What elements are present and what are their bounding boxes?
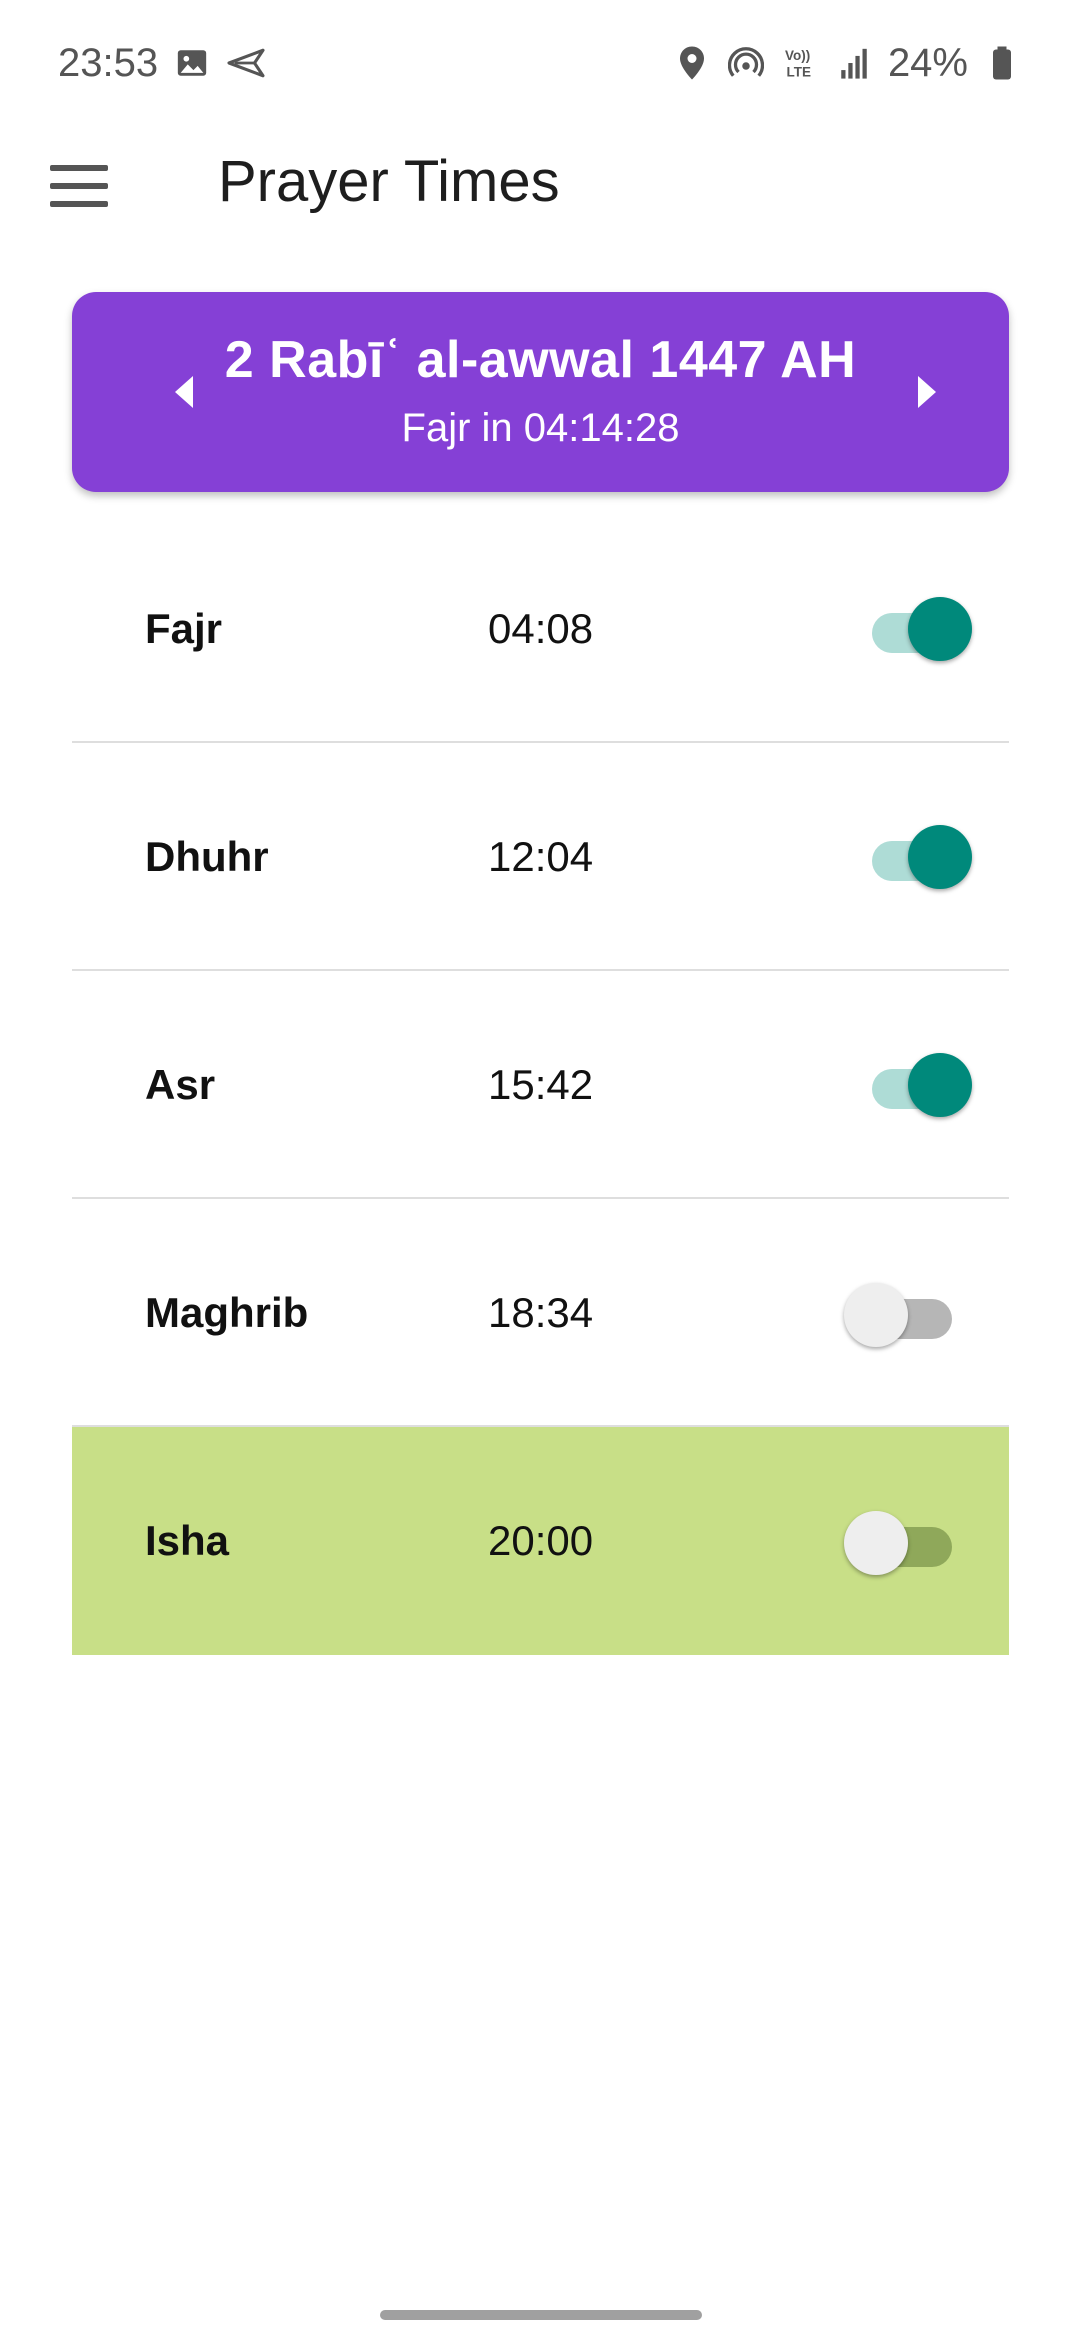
prayer-row-isha: Isha 20:00 [72,1427,1009,1655]
hamburger-menu-icon[interactable] [50,156,120,216]
gallery-icon [172,43,212,83]
prayer-name: Dhuhr [145,833,269,880]
next-day-button[interactable] [897,362,957,422]
page-title: Prayer Times [218,149,560,214]
prayer-time: 20:00 [488,1517,594,1564]
fajr-alarm-toggle[interactable] [868,597,972,661]
volte-icon: Vo)) LTE [780,43,820,83]
send-icon [226,43,266,83]
prayer-row-asr: Asr 15:42 [72,971,1009,1199]
prayer-time: 04:08 [488,605,594,652]
home-indicator[interactable] [380,2310,702,2320]
prayer-name: Maghrib [145,1289,309,1336]
hotspot-icon [726,43,766,83]
prayer-row-maghrib: Maghrib 18:34 [72,1199,1009,1427]
status-time: 23:53 [58,40,159,85]
app-bar: Prayer Times [0,126,1080,246]
battery-percentage: 24% [887,40,968,85]
next-prayer-countdown: Fajr in 04:14:28 [401,406,680,450]
status-right: Vo)) LTE 24% [672,41,1022,86]
prayer-name: Isha [145,1517,230,1564]
prayer-list: Fajr 04:08 Dhuhr 12:04 Asr 15:42 Maghrib… [72,515,1009,1655]
dhuhr-alarm-toggle[interactable] [868,825,972,889]
battery-icon [982,43,1022,83]
maghrib-alarm-toggle[interactable] [844,1283,952,1347]
prayer-row-dhuhr: Dhuhr 12:04 [72,743,1009,971]
prayer-name: Fajr [145,605,223,652]
status-bar: 23:53 Vo)) LTE 24% [0,0,1080,126]
prayer-row-fajr: Fajr 04:08 [72,515,1009,743]
svg-text:Vo)): Vo)) [785,48,810,63]
prayer-time: 12:04 [488,833,594,880]
location-icon [672,43,712,83]
asr-alarm-toggle[interactable] [868,1053,972,1117]
status-left: 23:53 [58,41,266,86]
prayer-time: 15:42 [488,1061,594,1108]
hijri-date-card: 2 Rabīʿ al-awwal 1447 AH Fajr in 04:14:2… [72,292,1009,492]
prayer-name: Asr [145,1061,216,1108]
isha-alarm-toggle[interactable] [844,1511,952,1575]
hijri-date: 2 Rabīʿ al-awwal 1447 AH [224,331,857,389]
svg-text:LTE: LTE [786,65,811,80]
signal-icon [834,43,874,83]
prayer-time: 18:34 [488,1289,594,1336]
chevron-right-icon [918,376,936,408]
